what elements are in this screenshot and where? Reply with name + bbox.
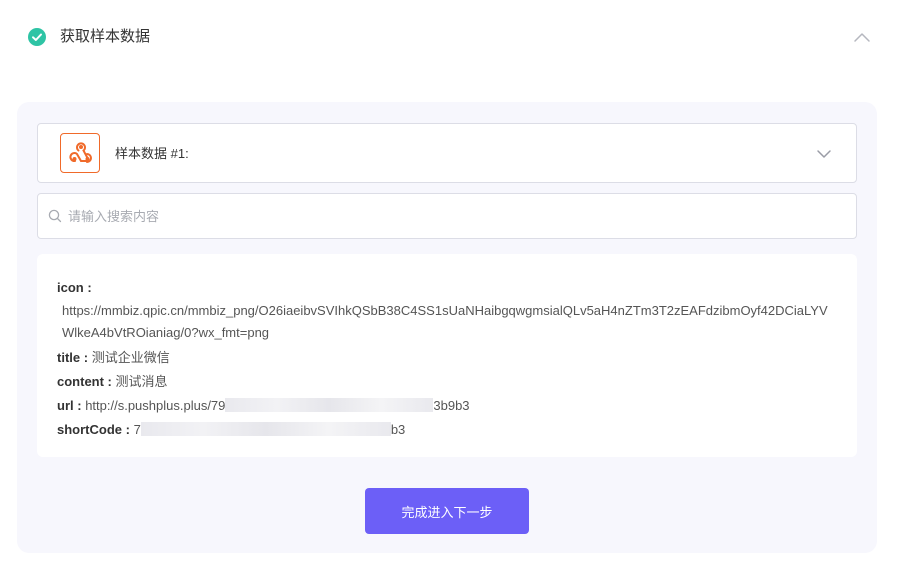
field-key: url : bbox=[57, 398, 82, 413]
sample-data-panel: 样本数据 #1: icon : https://mmbiz.qpic.cn/mm… bbox=[17, 102, 877, 553]
field-key: icon : bbox=[57, 280, 92, 295]
next-step-button[interactable]: 完成进入下一步 bbox=[365, 488, 529, 534]
search-input[interactable] bbox=[68, 202, 838, 230]
field-url: url : http://s.pushplus.plus/79 3b9b3 bbox=[57, 394, 837, 418]
sample-data-card: icon : https://mmbiz.qpic.cn/mmbiz_png/O… bbox=[37, 254, 857, 457]
field-title: title : 测试企业微信 bbox=[57, 346, 837, 370]
field-content: content : 测试消息 bbox=[57, 370, 837, 394]
step-title: 获取样本数据 bbox=[60, 28, 151, 45]
search-box bbox=[37, 193, 857, 239]
field-value-suffix: 3b9b3 bbox=[433, 398, 470, 413]
field-value-prefix: 7 bbox=[133, 422, 141, 437]
sample-label: 样本数据 #1: bbox=[115, 146, 189, 161]
field-value-prefix: http://s.pushplus.plus/79 bbox=[85, 398, 226, 413]
check-circle-icon bbox=[28, 28, 46, 46]
collapse-button[interactable] bbox=[848, 26, 876, 48]
sample-selector[interactable]: 样本数据 #1: bbox=[37, 123, 857, 183]
webhook-icon bbox=[69, 142, 92, 163]
field-value-suffix: b3 bbox=[390, 422, 406, 437]
field-icon: icon : https://mmbiz.qpic.cn/mmbiz_png/O… bbox=[57, 276, 837, 344]
field-value: 测试消息 bbox=[115, 374, 168, 389]
field-key: shortCode : bbox=[57, 422, 130, 437]
field-value: https://mmbiz.qpic.cn/mmbiz_png/O26iaeib… bbox=[62, 303, 828, 340]
field-shortcode: shortCode : 7 b3 bbox=[57, 418, 837, 442]
app-logo bbox=[60, 133, 100, 173]
chevron-down-icon[interactable] bbox=[815, 145, 833, 163]
field-value: 测试企业微信 bbox=[91, 350, 170, 365]
search-icon bbox=[48, 209, 62, 223]
field-key: content : bbox=[57, 374, 112, 389]
step-header: 获取样本数据 bbox=[0, 0, 897, 76]
redacted-block bbox=[140, 422, 391, 436]
chevron-up-icon bbox=[854, 33, 870, 42]
redacted-block bbox=[225, 398, 434, 412]
field-key: title : bbox=[57, 350, 89, 365]
